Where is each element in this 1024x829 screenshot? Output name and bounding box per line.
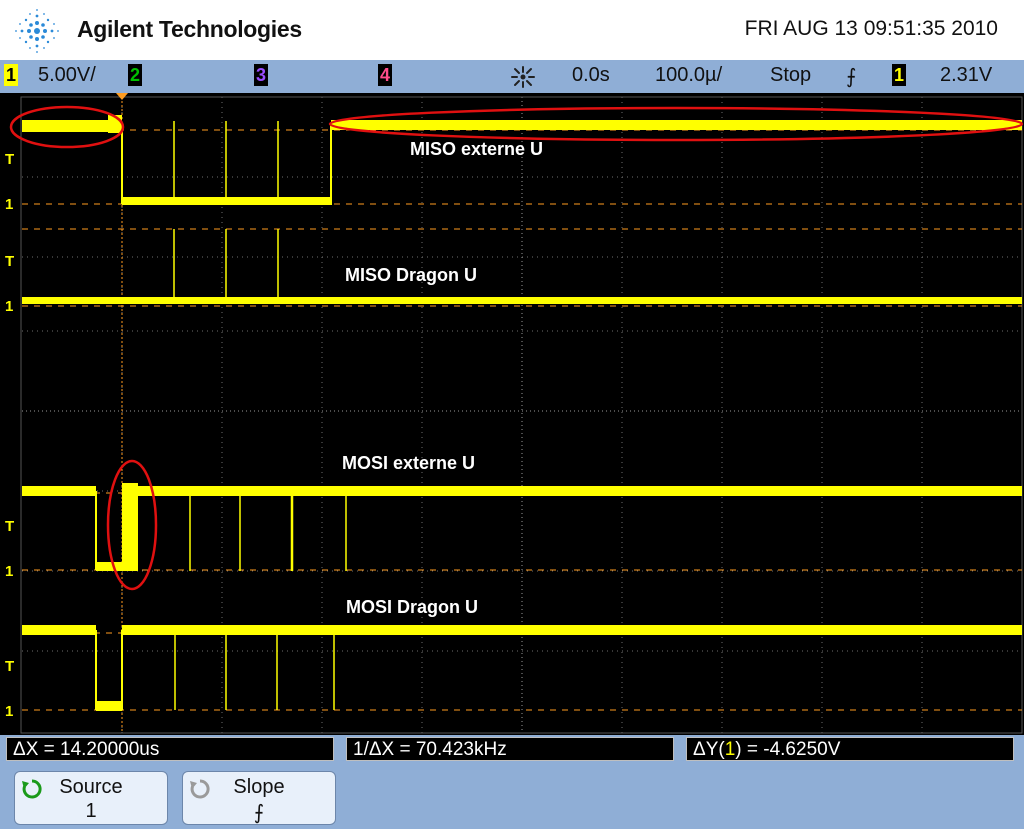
header-bar: Agilent Technologies FRI AUG 13 09:51:35… bbox=[0, 0, 1024, 60]
channel-2-indicator[interactable]: 2 bbox=[128, 64, 142, 86]
ground-marker: 1 bbox=[5, 563, 14, 580]
source-value: 1 bbox=[85, 800, 97, 822]
date-time: FRI AUG 13 09:51:35 2010 bbox=[744, 17, 998, 40]
delta-y-channel: 1 bbox=[724, 739, 736, 760]
trigger-marker: T bbox=[5, 253, 15, 270]
trigger-marker: T bbox=[5, 151, 15, 168]
delta-y-prefix: ΔY( bbox=[693, 739, 725, 760]
trigger-slope-icon: ⨍ bbox=[846, 66, 857, 88]
ground-marker: 1 bbox=[5, 298, 14, 315]
ground-marker: 1 bbox=[5, 703, 14, 720]
delta-y-value: ) = -4.6250V bbox=[735, 739, 841, 760]
channel-1-scale[interactable]: 5.00V/ bbox=[38, 64, 96, 87]
channel-1-indicator[interactable]: 1 bbox=[4, 64, 18, 86]
source-softkey[interactable]: Source 1 bbox=[14, 771, 168, 825]
waveform-graticule bbox=[9, 93, 1024, 734]
trigger-marker: T bbox=[5, 658, 15, 675]
slope-label: Slope bbox=[233, 776, 285, 798]
ground-marker: 1 bbox=[5, 196, 14, 213]
trigger-level[interactable]: 2.31V bbox=[940, 64, 992, 87]
trace-label-mosi-dragon: MOSI Dragon U bbox=[346, 597, 479, 617]
trigger-source[interactable]: 1 bbox=[892, 64, 906, 86]
waveform-display: T 1 T 1 T 1 T 1 MISO externe U MISO Drag… bbox=[0, 93, 1024, 735]
delay-icon bbox=[511, 66, 535, 88]
trace-label-miso-dragon: MISO Dragon U bbox=[345, 265, 478, 285]
trigger-marker: T bbox=[5, 518, 15, 535]
delay-value[interactable]: 0.0s bbox=[572, 64, 610, 87]
agilent-logo-icon bbox=[15, 9, 59, 53]
channel-4-indicator[interactable]: 4 bbox=[378, 64, 392, 86]
source-label: Source bbox=[59, 776, 123, 798]
slope-softkey[interactable]: Slope ⨍ bbox=[182, 771, 336, 825]
measurement-bar: ΔX = 14.20000us 1/ΔX = 70.423kHz ΔY(1) =… bbox=[0, 735, 1024, 765]
timebase-value[interactable]: 100.0µ/ bbox=[655, 64, 722, 87]
slope-value: ⨍ bbox=[253, 802, 265, 824]
run-state[interactable]: Stop bbox=[770, 64, 811, 87]
trace-label-miso-externe: MISO externe U bbox=[410, 139, 544, 159]
trace-label-mosi-externe: MOSI externe U bbox=[342, 453, 476, 473]
channel-3-indicator[interactable]: 3 bbox=[254, 64, 268, 86]
inverse-delta-x-readout: 1/ΔX = 70.423kHz bbox=[346, 737, 674, 761]
softkey-bar: Source 1 Slope ⨍ bbox=[0, 765, 1024, 829]
status-bar: 1 5.00V/ 2 3 4 0.0s 100.0µ/ Stop ⨍ 1 2.3… bbox=[0, 60, 1024, 93]
brand-name: Agilent Technologies bbox=[77, 16, 302, 42]
delta-y-readout: ΔY(1) = -4.6250V bbox=[686, 737, 1014, 761]
delta-x-readout: ΔX = 14.20000us bbox=[6, 737, 334, 761]
